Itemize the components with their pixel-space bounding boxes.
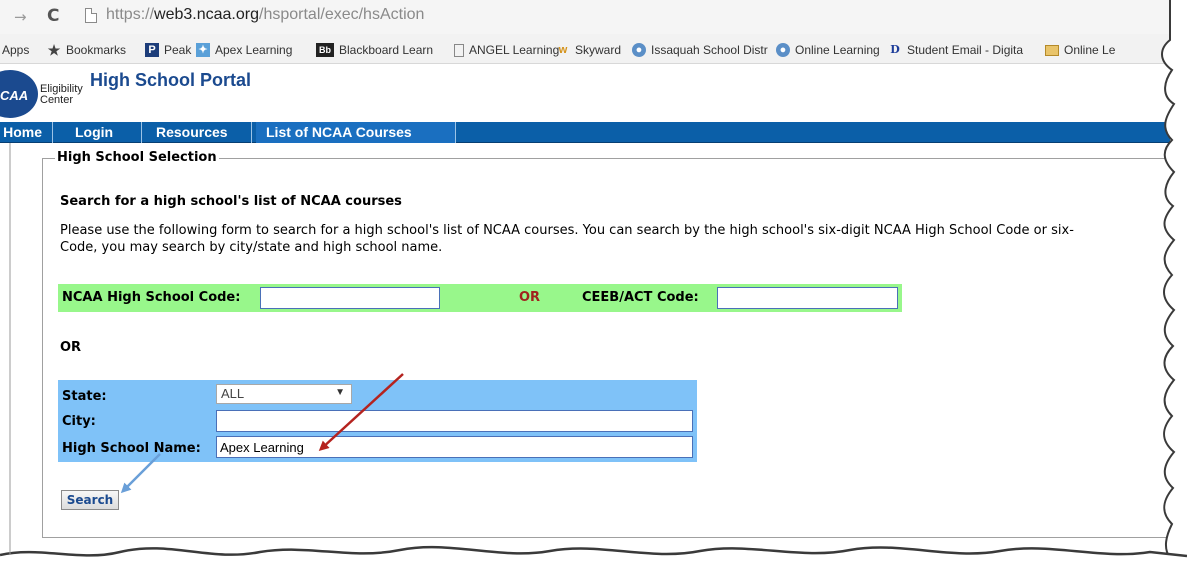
bookmark-label: Issaquah School Distr bbox=[651, 43, 768, 57]
globe-icon: ● bbox=[632, 43, 646, 57]
page-icon bbox=[85, 8, 97, 23]
blackboard-icon: Bb bbox=[316, 43, 334, 57]
bookmark-label: Apps bbox=[2, 43, 30, 57]
bookmark-apex-learning[interactable]: ✦ Apex Learning bbox=[196, 42, 292, 58]
center-line: Center bbox=[40, 94, 74, 106]
url-scheme: https:// bbox=[106, 6, 155, 23]
high-school-selection-fieldset bbox=[42, 158, 1182, 538]
ncaa-logo-text: CAA bbox=[0, 88, 29, 103]
bookmark-issaquah[interactable]: ● Issaquah School Distr bbox=[632, 42, 768, 58]
high-school-name-input[interactable] bbox=[216, 436, 693, 458]
bookmark-label: Bookmarks bbox=[66, 43, 127, 57]
state-select[interactable]: ALL ▼ bbox=[216, 384, 352, 404]
state-selected-value: ALL bbox=[221, 386, 245, 401]
city-input[interactable] bbox=[216, 410, 693, 432]
or-separator-2: OR bbox=[60, 340, 82, 355]
bookmark-online-le[interactable]: Online Le bbox=[1045, 42, 1115, 58]
description-line: Please use the following form to search … bbox=[60, 223, 1074, 238]
high-school-name-label: High School Name: bbox=[62, 441, 201, 456]
page-icon bbox=[454, 43, 464, 57]
bookmark-online-learning[interactable]: ● Online Learning bbox=[776, 42, 880, 58]
description-text: Please use the following form to search … bbox=[60, 222, 1175, 256]
ncaa-code-input[interactable] bbox=[260, 287, 440, 309]
bookmark-angel-learning[interactable]: ANGEL Learning bbox=[454, 42, 559, 58]
nav-item-home[interactable]: Home bbox=[0, 122, 53, 143]
bookmark-label: Blackboard Learn bbox=[339, 43, 434, 57]
bookmarks-bar: Apps ★ Bookmarks P Peak ✦ Apex Learning Bb B… bbox=[0, 34, 1170, 64]
address-bar: → C https://web3.ncaa.org/hsportal/exec/… bbox=[0, 0, 1170, 34]
section-title: Search for a high school's list of NCAA … bbox=[60, 194, 402, 209]
bookmark-label: Skyward bbox=[575, 43, 622, 57]
bookmark-label: Online Learning bbox=[795, 43, 880, 57]
url-field[interactable]: https://web3.ncaa.org/hsportal/exec/hsAc… bbox=[106, 6, 424, 24]
bookmark-label: Student Email - Digita bbox=[907, 43, 1024, 57]
apex-learning-icon: ✦ bbox=[196, 43, 210, 57]
bookmark-label: Online Le bbox=[1064, 43, 1116, 57]
forward-arrow-icon[interactable]: → bbox=[14, 8, 27, 26]
star-icon: ★ bbox=[47, 42, 61, 58]
reload-icon[interactable]: C bbox=[47, 6, 59, 26]
skyward-icon: w bbox=[558, 44, 568, 56]
nav-item-resources[interactable]: Resources bbox=[146, 122, 252, 143]
search-button[interactable]: Search bbox=[61, 490, 119, 510]
state-label: State: bbox=[62, 389, 107, 404]
or-separator: OR bbox=[519, 290, 541, 305]
peak-p-icon: P bbox=[145, 43, 159, 57]
ceeb-act-code-input[interactable] bbox=[717, 287, 898, 309]
url-host: web3.ncaa.org bbox=[154, 6, 259, 23]
bookmark-blackboard-learn[interactable]: Bb Blackboard Learn bbox=[316, 42, 433, 58]
bookmark-student-email[interactable]: D Student Email - Digita bbox=[888, 42, 1023, 58]
bookmark-bookmarks[interactable]: ★ Bookmarks bbox=[47, 42, 126, 58]
globe-icon: ● bbox=[776, 43, 790, 57]
d-icon: D bbox=[890, 43, 900, 56]
bookmark-label: Peak bbox=[164, 43, 192, 57]
ncaa-code-label: NCAA High School Code: bbox=[62, 290, 241, 305]
bookmark-label: Apex Learning bbox=[215, 43, 293, 57]
main-nav: Home Login Resources List of NCAA Course… bbox=[0, 122, 1170, 143]
city-label: City: bbox=[62, 414, 96, 429]
bookmark-apps[interactable]: Apps bbox=[2, 42, 29, 58]
portal-title: High School Portal bbox=[90, 70, 252, 90]
nav-item-list-of-ncaa-courses[interactable]: List of NCAA Courses bbox=[256, 122, 456, 143]
bookmark-skyward[interactable]: w Skyward bbox=[556, 42, 621, 58]
dropdown-arrow-icon: ▼ bbox=[335, 387, 345, 398]
bookmark-peak[interactable]: P Peak bbox=[145, 42, 191, 58]
nav-item-login[interactable]: Login bbox=[65, 122, 142, 143]
folder-icon bbox=[1045, 44, 1059, 56]
url-path: /hsportal/exec/hsAction bbox=[259, 6, 425, 23]
bookmark-label: ANGEL Learning bbox=[469, 43, 560, 57]
site-header: CAA Eligibility Center High School Porta… bbox=[0, 64, 1170, 122]
ceeb-act-code-label: CEEB/ACT Code: bbox=[582, 290, 699, 305]
description-line: Code, you may search by city/state and h… bbox=[60, 240, 443, 255]
fieldset-legend: High School Selection bbox=[55, 150, 219, 165]
eligibility-center-text: Eligibility Center bbox=[40, 84, 83, 106]
